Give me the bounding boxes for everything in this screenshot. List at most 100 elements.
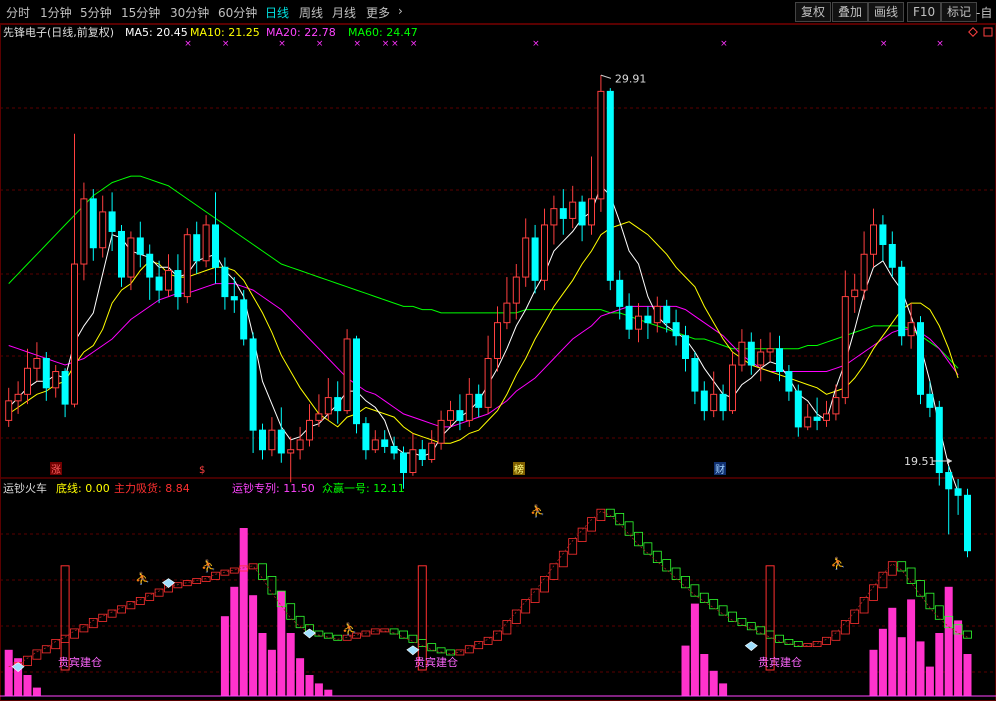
train-car [681,576,690,589]
marker-dollar: $ [199,465,205,476]
marker-bang: 榜 [514,463,524,476]
train-car [41,645,51,654]
train-car [248,563,258,570]
candle-body [870,224,877,255]
candle-body [512,276,520,304]
train-car [51,639,61,650]
train-car [493,630,502,641]
train-car [173,582,183,589]
candle-body [193,234,201,262]
train-car [784,639,794,645]
candle [33,342,41,382]
runner-icon: ⛹ [831,556,846,571]
accumulation-bar [32,687,41,696]
candle-body [672,322,680,337]
candle-body [136,237,144,255]
train-car [887,561,897,576]
candle-body [456,410,464,421]
timeframe-tab-8[interactable]: 月线 [332,4,356,21]
candle [494,306,501,372]
candle-body [494,322,501,359]
candle [371,430,379,453]
toolbar-button-3[interactable]: F10 [907,2,942,22]
diamond-signal-icon [406,645,420,656]
accumulation-bar [963,654,972,696]
candle [522,218,530,287]
chart-area: 29.9119.51× × × × × × × × × × × ×先锋电子(日线,前复权) MA5: 2… [0,24,996,701]
toolbar-button-0[interactable]: 复权 [795,2,832,22]
candle-body [165,270,172,291]
train-car [662,559,672,572]
candle [296,426,304,460]
candle [353,335,360,434]
candle-body [390,445,398,454]
timeframe-tab-2[interactable]: 5分钟 [80,4,112,21]
candle-body [663,305,671,324]
candle-body [644,315,652,324]
timeframe-tab-7[interactable]: 周线 [299,4,323,21]
train-car [408,634,418,643]
candle [766,332,774,362]
candle-body [465,393,473,421]
candle [719,384,727,421]
candle [785,365,793,401]
accumulation-bar [907,599,916,696]
candle-body [700,390,708,412]
candle-body [14,393,22,402]
candle-body [33,358,41,369]
candle-body [99,211,107,249]
more-chevron-icon[interactable]: › [398,4,403,18]
candle-body [371,439,379,451]
timeframe-tab-0[interactable]: 分时 [6,4,30,21]
train-car [897,561,907,572]
timeframe-tab-5[interactable]: 60分钟 [218,4,257,21]
candle [503,277,511,330]
signal-label: 贵宾建仓 [58,655,102,669]
accumulation-bar [239,528,248,696]
toolbar-button-1[interactable]: 叠加 [832,2,869,22]
diamond-icon [968,27,978,37]
candle-body [719,393,727,412]
candle-body [945,472,953,490]
timeframe-tab-1[interactable]: 1分钟 [40,4,72,21]
candle [964,488,971,558]
runner-icon: ⛹ [201,558,216,573]
accumulation-bar [897,637,906,696]
candle-body [559,208,567,219]
toolbar-button-4[interactable]: 标记 [941,2,978,22]
candle [212,192,219,284]
marker-cai: 财 [715,463,725,476]
candle-body [202,224,210,262]
train-car [596,508,606,522]
timeframe-tab-9[interactable]: 更多 [366,4,390,21]
candle-body [212,224,219,268]
accumulation-bar [220,616,229,696]
train-line [8,510,968,667]
timeframe-tab-3[interactable]: 15分钟 [121,4,160,21]
toolbar-button-2[interactable]: 画线 [868,2,905,22]
timeframe-tab-6[interactable]: 日线 [265,4,289,21]
candle-body [729,364,736,412]
candle [52,365,60,398]
accumulation-bar [249,595,258,696]
candle [823,400,830,427]
candle-body [851,289,859,298]
accumulation-bar [700,654,709,696]
sub-legend-item: 底线: 0.00 [56,481,110,495]
accumulation-bar [690,603,699,696]
candle-body [541,224,548,281]
candle [249,332,257,453]
train-car [258,563,267,580]
candle [898,260,906,346]
candle-body [569,201,577,219]
candle-body [183,234,191,298]
train-car [906,567,916,585]
candle [146,244,154,300]
candle [277,407,285,463]
candle-body [653,305,661,324]
timeframe-tab-4[interactable]: 30分钟 [170,4,209,21]
train-car [624,521,634,536]
train-car [671,567,681,580]
candle-body [710,393,718,412]
candle-body [907,322,915,337]
